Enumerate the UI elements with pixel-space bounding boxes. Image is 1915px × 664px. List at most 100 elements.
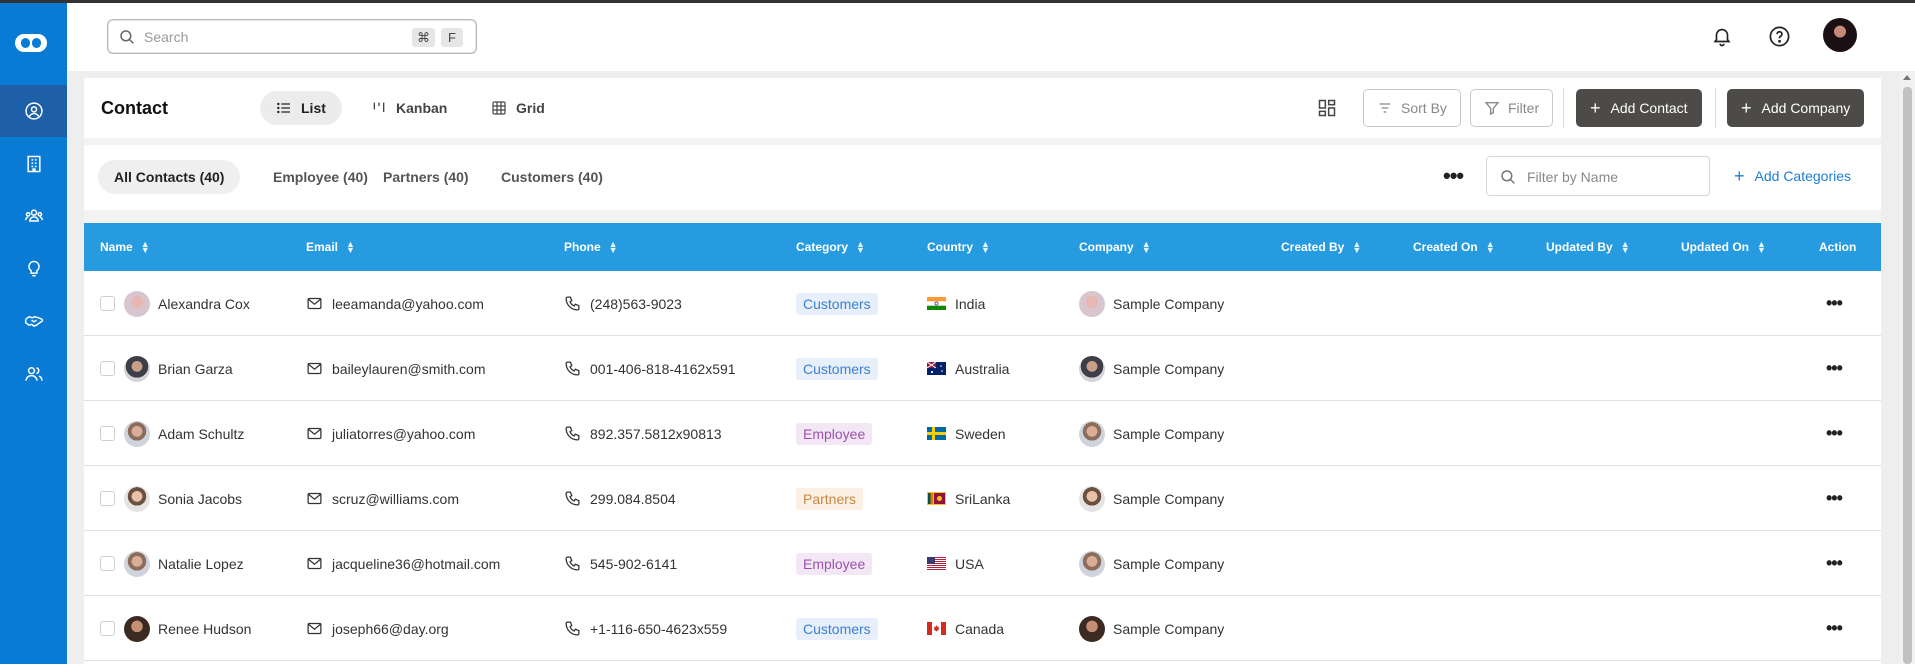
- contact-company[interactable]: Sample Company: [1113, 491, 1224, 507]
- contact-name[interactable]: Natalie Lopez: [158, 556, 244, 572]
- contact-company[interactable]: Sample Company: [1113, 296, 1224, 312]
- notifications-button[interactable]: [1707, 21, 1737, 51]
- scroll-up-arrow-icon[interactable]: [1903, 75, 1911, 80]
- contact-phone[interactable]: +1-116-650-4623x559: [590, 621, 727, 637]
- row-checkbox[interactable]: [100, 426, 115, 441]
- row-checkbox[interactable]: [100, 621, 115, 636]
- col-phone-header[interactable]: Phone ▲ ▼: [564, 223, 618, 271]
- add-company-button[interactable]: + Add Company: [1727, 89, 1865, 127]
- contact-email[interactable]: juliatorres@yahoo.com: [332, 426, 475, 442]
- contact-company[interactable]: Sample Company: [1113, 361, 1224, 377]
- tab-employee[interactable]: Employee (40): [257, 160, 384, 194]
- sort-arrows-icon[interactable]: ▲ ▼: [856, 240, 865, 255]
- row-checkbox[interactable]: [100, 361, 115, 376]
- col-action-header[interactable]: Action: [1819, 223, 1856, 271]
- sort-arrows-icon[interactable]: ▲ ▼: [1621, 240, 1630, 255]
- contact-email[interactable]: scruz@williams.com: [332, 491, 459, 507]
- more-actions-icon[interactable]: •••: [1826, 423, 1843, 444]
- row-checkbox[interactable]: [100, 491, 115, 506]
- more-actions-icon[interactable]: •••: [1826, 488, 1843, 509]
- contact-phone[interactable]: 545-902-6141: [590, 556, 677, 572]
- sort-arrows-icon[interactable]: ▲ ▼: [346, 240, 355, 255]
- filter-button[interactable]: Filter: [1470, 89, 1554, 127]
- contact-phone[interactable]: 299.084.8504: [590, 491, 676, 507]
- country-cell: USA: [927, 531, 984, 596]
- col-category-header[interactable]: Category ▲ ▼: [796, 223, 865, 271]
- col-name-header[interactable]: Name ▲ ▼: [100, 223, 150, 271]
- sidebar-item-companies[interactable]: [0, 138, 67, 190]
- col-company-header[interactable]: Company ▲ ▼: [1079, 223, 1151, 271]
- table-row[interactable]: Renee Hudson joseph66@day.org +1-116-650-4…: [84, 596, 1881, 661]
- more-actions-icon[interactable]: •••: [1826, 358, 1843, 379]
- tab-partners[interactable]: Partners (40): [367, 160, 485, 194]
- contact-email[interactable]: joseph66@day.org: [332, 621, 449, 637]
- sidebar-item-groups[interactable]: [0, 190, 67, 242]
- column-header-label: Created By: [1281, 240, 1345, 254]
- filter-by-name-input[interactable]: [1527, 167, 1697, 187]
- tab-all-contacts[interactable]: All Contacts (40): [98, 160, 241, 194]
- tab-kanban[interactable]: Kanban: [355, 91, 463, 125]
- sort-arrows-icon[interactable]: ▲ ▼: [1757, 240, 1766, 255]
- layout-toggle-button[interactable]: [1317, 98, 1337, 121]
- sort-arrows-icon[interactable]: ▲ ▼: [1486, 240, 1495, 255]
- table-row[interactable]: Sonia Jacobs scruz@williams.com 299.084.85…: [84, 466, 1881, 531]
- col-created-on-header[interactable]: Created On ▲ ▼: [1413, 223, 1495, 271]
- contact-company[interactable]: Sample Company: [1113, 556, 1224, 572]
- contact-name[interactable]: Adam Schultz: [158, 426, 244, 442]
- sort-arrows-icon[interactable]: ▲ ▼: [609, 240, 618, 255]
- col-updated-on-header[interactable]: Updated On ▲ ▼: [1681, 223, 1766, 271]
- sidebar-item-contacts[interactable]: [0, 85, 67, 137]
- contact-name[interactable]: Brian Garza: [158, 361, 233, 377]
- add-contact-button[interactable]: + Add Contact: [1576, 89, 1702, 127]
- contact-name[interactable]: Sonia Jacobs: [158, 491, 242, 507]
- more-options-icon[interactable]: •••: [1443, 165, 1464, 187]
- column-header-label: Phone: [564, 240, 601, 254]
- col-updated-by-header[interactable]: Updated By ▲ ▼: [1546, 223, 1630, 271]
- tab-grid[interactable]: Grid: [475, 91, 561, 125]
- user-avatar[interactable]: [1823, 18, 1857, 52]
- table-row[interactable]: Adam Schultz juliatorres@yahoo.com 892.357…: [84, 401, 1881, 466]
- sidebar-item-users[interactable]: [0, 348, 67, 400]
- contact-name[interactable]: Alexandra Cox: [158, 296, 250, 312]
- contact-company[interactable]: Sample Company: [1113, 426, 1224, 442]
- contact-phone[interactable]: (248)563-9023: [590, 296, 682, 312]
- logo-icon[interactable]: [14, 33, 48, 53]
- scrollbar-thumb[interactable]: [1903, 87, 1912, 664]
- table-row[interactable]: Natalie Lopez jacqueline36@hotmail.com 545…: [84, 531, 1881, 596]
- sidebar-item-deals[interactable]: [0, 295, 67, 347]
- sort-arrows-icon[interactable]: ▲ ▼: [141, 240, 150, 255]
- table-row[interactable]: Alexandra Cox leeamanda@yahoo.com (248)563…: [84, 271, 1881, 336]
- search-box[interactable]: ⌘ F: [107, 19, 477, 54]
- contact-email[interactable]: leeamanda@yahoo.com: [332, 296, 484, 312]
- row-checkbox[interactable]: [100, 296, 115, 311]
- vertical-scrollbar[interactable]: [1900, 71, 1915, 664]
- page-title: Contact: [101, 98, 168, 118]
- more-actions-icon[interactable]: •••: [1826, 553, 1843, 574]
- contact-phone[interactable]: 892.357.5812x90813: [590, 426, 722, 442]
- col-created-by-header[interactable]: Created By ▲ ▼: [1281, 223, 1361, 271]
- sidebar-item-ideas[interactable]: [0, 243, 67, 295]
- col-country-header[interactable]: Country ▲ ▼: [927, 223, 990, 271]
- tab-list[interactable]: List: [260, 91, 342, 125]
- contact-name[interactable]: Renee Hudson: [158, 621, 251, 637]
- contacts-table: Name ▲ ▼ Email ▲ ▼ Phone ▲ ▼ Category ▲ ▼ Country ▲ ▼ C…: [84, 223, 1881, 664]
- sort-arrows-icon[interactable]: ▲ ▼: [1352, 240, 1361, 255]
- more-actions-icon[interactable]: •••: [1826, 293, 1843, 314]
- more-actions-icon[interactable]: •••: [1826, 618, 1843, 639]
- contact-email[interactable]: jacqueline36@hotmail.com: [332, 556, 500, 572]
- row-checkbox[interactable]: [100, 556, 115, 571]
- filter-by-name-box[interactable]: [1486, 156, 1710, 196]
- sort-arrows-icon[interactable]: ▲ ▼: [1142, 240, 1151, 255]
- contact-company[interactable]: Sample Company: [1113, 621, 1224, 637]
- table-row[interactable]: Brian Garza baileylauren@smith.com 001-406…: [84, 336, 1881, 401]
- search-input[interactable]: [144, 27, 394, 47]
- contact-phone[interactable]: 001-406-818-4162x591: [590, 361, 736, 377]
- column-header-label: Company: [1079, 240, 1134, 254]
- sort-by-button[interactable]: Sort By: [1363, 89, 1461, 127]
- contact-email[interactable]: baileylauren@smith.com: [332, 361, 486, 377]
- tab-customers[interactable]: Customers (40): [485, 160, 619, 194]
- col-email-header[interactable]: Email ▲ ▼: [306, 223, 355, 271]
- help-button[interactable]: [1764, 21, 1794, 51]
- add-categories-link[interactable]: + Add Categories: [1734, 167, 1851, 185]
- sort-arrows-icon[interactable]: ▲ ▼: [981, 240, 990, 255]
